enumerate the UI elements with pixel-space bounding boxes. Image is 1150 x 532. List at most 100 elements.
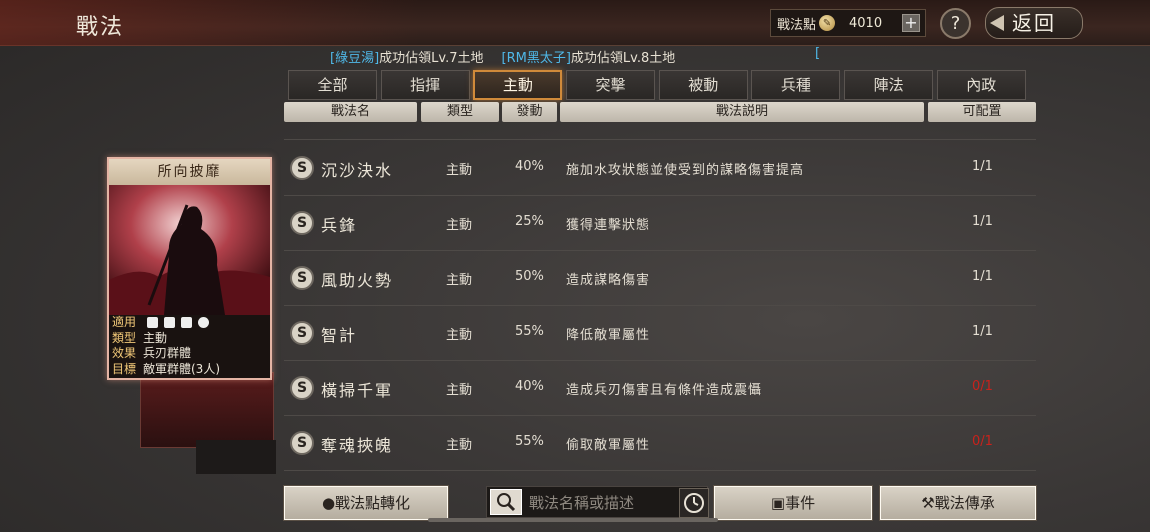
tab-assault[interactable]: 突擊 — [566, 70, 656, 100]
tactic-description: 造成兵刃傷害且有條件造成震懾 — [566, 383, 763, 398]
inherit-tactic-button[interactable]: ⚒戰法傳承 — [880, 486, 1036, 520]
tactic-type: 主動 — [446, 383, 473, 398]
card-title: 所向披靡 — [109, 159, 270, 185]
column-header-type[interactable]: 類型 — [421, 102, 499, 122]
bow-icon — [180, 317, 192, 328]
type-value: 主動 — [143, 330, 168, 345]
column-header-assign[interactable]: 可配置 — [928, 102, 1036, 122]
tactic-type: 主動 — [446, 218, 473, 233]
ticker-next-fragment: [ — [815, 46, 821, 61]
tab-formation[interactable]: 陣法 — [844, 70, 934, 100]
column-header-rate[interactable]: 發動 — [502, 102, 557, 122]
tactic-assign-count: 0/1 — [972, 379, 993, 394]
tactic-name: 奪魂挾魄 — [321, 436, 394, 455]
scroll-icon: ▣ — [770, 494, 786, 512]
grade-badge: S — [290, 376, 314, 400]
cavalry-icon — [146, 317, 158, 328]
card-stack-back — [196, 440, 276, 474]
ticker-player-name: [RM黑太子] — [501, 51, 571, 66]
help-button[interactable]: ? — [940, 8, 971, 39]
tab-command[interactable]: 指揮 — [380, 70, 470, 100]
grade-badge: S — [290, 321, 314, 345]
grade-badge: S — [290, 211, 314, 235]
tactic-assign-count: 0/1 — [972, 434, 993, 449]
tactic-description: 偷取敵軍屬性 — [566, 438, 651, 453]
tab-internal-affairs[interactable]: 內政 — [936, 70, 1026, 100]
list-item-partial — [284, 122, 1036, 140]
effect-label: 效果 — [112, 346, 137, 360]
tactic-type: 主動 — [446, 438, 473, 453]
list-item[interactable]: S 兵鋒 主動 25% 獲得連擊狀態 1/1 — [284, 196, 1036, 251]
tactic-name: 風助火勢 — [321, 271, 394, 290]
apply-label: 適用 — [112, 315, 137, 329]
tactic-type: 主動 — [446, 163, 473, 178]
tactic-name: 智計 — [321, 326, 358, 345]
list-item[interactable]: S 智計 主動 55% 降低敵軍屬性 1/1 — [284, 306, 1036, 361]
tactic-rate: 40% — [515, 379, 544, 394]
search-box — [486, 486, 708, 518]
tactic-name: 沉沙決水 — [321, 161, 394, 180]
card-info: 適用 類型 主動 效果 兵刃群體 目標 敵軍群體(3人) — [109, 315, 270, 378]
column-header-description: 戰法説明 — [560, 102, 924, 122]
target-value: 敵軍群體(3人) — [143, 361, 220, 376]
points-label: 戰法點 — [777, 17, 817, 33]
tactics-list[interactable]: S 沉沙決水 主動 40% 施加水攻狀態並使受到的謀略傷害提高 1/1 S 兵鋒… — [284, 122, 1036, 478]
back-button[interactable]: 返回 — [985, 7, 1083, 39]
tab-active[interactable]: 主動 — [473, 70, 563, 100]
tab-all[interactable]: 全部 — [288, 70, 377, 100]
tactic-description: 獲得連擊狀態 — [566, 218, 651, 233]
convert-icon: ● — [321, 494, 336, 512]
tactic-assign-count: 1/1 — [972, 269, 993, 284]
tactic-preview-card[interactable]: 所向披靡 適用 類型 主動 效果 兵刃群體 目標 敵軍群體(3人) — [107, 157, 272, 380]
top-bar: 戰法 戰法點 ✎ 4010 + ? 返回 — [0, 0, 1150, 46]
search-input[interactable] — [529, 492, 669, 514]
grade-badge: S — [290, 431, 314, 455]
list-item[interactable]: S 風助火勢 主動 50% 造成謀略傷害 1/1 — [284, 251, 1036, 306]
events-label: 事件 — [785, 494, 816, 512]
card-stack-back — [140, 372, 274, 448]
tactic-rate: 40% — [515, 159, 544, 174]
clock-icon — [684, 493, 704, 513]
tactic-rate: 55% — [515, 434, 544, 449]
points-value: 4010 — [849, 15, 883, 31]
ticker-player-name: [綠豆湯] — [330, 51, 380, 66]
convert-points-button[interactable]: ●戰法點轉化 — [284, 486, 448, 520]
effect-value: 兵刃群體 — [143, 346, 192, 360]
tactic-description: 造成謀略傷害 — [566, 273, 651, 288]
back-label: 返回 — [1012, 11, 1056, 35]
card-art — [109, 185, 270, 315]
tab-troop[interactable]: 兵種 — [751, 70, 841, 100]
tactic-name: 橫掃千軍 — [321, 381, 394, 400]
list-item[interactable]: S 沉沙決水 主動 40% 施加水攻狀態並使受到的謀略傷害提高 1/1 — [284, 141, 1036, 196]
tactic-assign-count: 1/1 — [972, 324, 993, 339]
tactic-rate: 55% — [515, 324, 544, 339]
tab-passive[interactable]: 被動 — [658, 70, 748, 100]
tactic-rate: 50% — [515, 269, 544, 284]
page-title: 戰法 — [76, 15, 125, 40]
tactic-assign-count: 1/1 — [972, 159, 993, 174]
ticker-message: 成功佔領Lv.8土地 — [570, 51, 676, 66]
tactic-assign-count: 1/1 — [972, 214, 993, 229]
list-item[interactable]: S 橫掃千軍 主動 40% 造成兵刃傷害且有條件造成震懾 0/1 — [284, 361, 1036, 416]
tactic-description: 施加水攻狀態並使受到的謀略傷害提高 — [566, 163, 805, 178]
grade-badge: S — [290, 266, 314, 290]
home-indicator — [428, 518, 718, 522]
search-icon[interactable] — [490, 489, 522, 515]
news-ticker: [綠豆湯]成功佔領Lv.7土地 [RM黑太子]成功佔領Lv.8土地 — [330, 47, 830, 66]
tactic-description: 降低敵軍屬性 — [566, 328, 651, 343]
grade-badge: S — [290, 156, 314, 180]
inherit-label: 戰法傳承 — [934, 494, 995, 512]
target-label: 目標 — [112, 361, 137, 376]
events-button[interactable]: ▣事件 — [714, 486, 872, 520]
column-header-name[interactable]: 戰法名 — [284, 102, 417, 122]
category-tabs: 全部 指揮 主動 突擊 被動 兵種 陣法 內政 — [288, 70, 1030, 100]
ticker-message: 成功佔領Lv.7土地 — [379, 51, 484, 66]
type-label: 類型 — [112, 330, 137, 345]
hammer-icon: ⚒ — [921, 494, 935, 512]
tactic-rate: 25% — [515, 214, 544, 229]
list-item[interactable]: S 奪魂挾魄 主動 55% 偷取敵軍屬性 0/1 — [284, 416, 1036, 471]
add-points-button[interactable]: + — [902, 14, 920, 32]
tactic-name: 兵鋒 — [321, 216, 358, 235]
tactic-points-box: 戰法點 ✎ 4010 + — [770, 9, 926, 37]
sort-by-time-button[interactable] — [679, 488, 709, 518]
